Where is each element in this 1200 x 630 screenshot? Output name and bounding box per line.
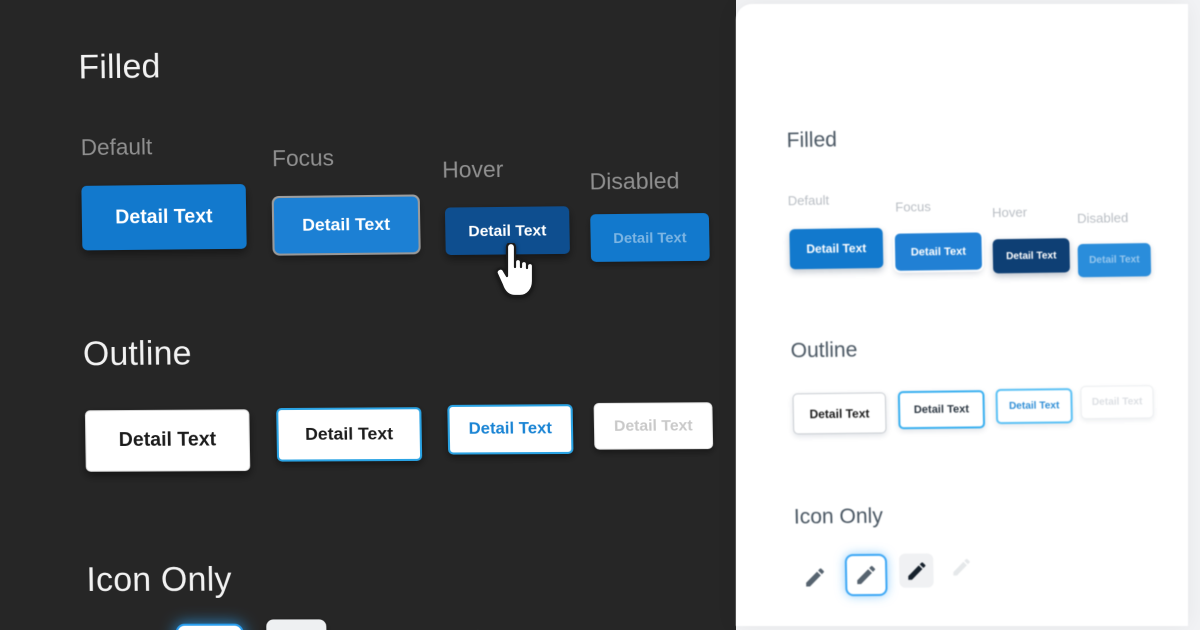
dark-filled-button-default[interactable]: Detail Text <box>81 184 247 251</box>
light-icon-button-hover[interactable] <box>898 553 934 588</box>
dark-outline-button-hover[interactable]: Detail Text <box>447 404 574 455</box>
pencil-icon <box>456 626 486 630</box>
button-label: Detail Text <box>1005 249 1057 262</box>
button-label: Detail Text <box>305 423 394 444</box>
button-label: Detail Text <box>613 416 693 436</box>
light-filled-label-hover: Hover <box>991 204 1028 221</box>
light-filled-button-default[interactable]: Detail Text <box>789 227 884 270</box>
pencil-icon <box>856 565 876 585</box>
dark-theme-panel: Filled Default Focus Hover Disabled Deta… <box>0 0 736 630</box>
button-label: Detail Text <box>613 228 687 247</box>
dark-section-title-outline: Outline <box>82 333 193 373</box>
button-label: Detail Text <box>118 429 217 452</box>
dark-filled-label-disabled: Disabled <box>589 167 680 195</box>
button-label: Detail Text <box>302 214 391 235</box>
light-filled-label-focus: Focus <box>895 199 932 215</box>
light-section-title-icon-only: Icon Only <box>793 504 884 529</box>
pencil-icon <box>805 568 825 587</box>
light-filled-button-disabled: Detail Text <box>1077 243 1152 278</box>
dark-filled-button-focus[interactable]: Detail Text <box>273 196 419 254</box>
pencil-icon <box>953 558 971 576</box>
dark-filled-label-hover: Hover <box>441 156 504 183</box>
button-label: Detail Text <box>468 221 547 240</box>
screenshot-stage: Filled Default Focus Hover Disabled Deta… <box>0 0 1200 630</box>
button-label: Detail Text <box>468 419 553 438</box>
dark-outline-button-disabled: Detail Text <box>593 402 714 450</box>
dark-icon-button-hover[interactable] <box>266 619 328 630</box>
pencil-icon <box>907 561 926 580</box>
light-filled-button-focus[interactable]: Detail Text <box>894 232 983 271</box>
dark-icon-button-focus[interactable] <box>177 625 243 630</box>
button-label: Detail Text <box>115 205 213 229</box>
dark-panel-content: Filled Default Focus Hover Disabled Deta… <box>4 0 736 630</box>
dark-filled-label-focus: Focus <box>271 144 335 172</box>
button-label: Detail Text <box>913 403 970 417</box>
dark-outline-button-focus[interactable]: Detail Text <box>276 407 423 462</box>
button-label: Detail Text <box>1091 396 1143 409</box>
button-label: Detail Text <box>809 406 870 421</box>
light-theme-panel: Filled Default Focus Hover Disabled Deta… <box>736 4 1188 626</box>
dark-filled-button-disabled: Detail Text <box>590 213 710 262</box>
light-outline-button-default[interactable]: Detail Text <box>792 392 887 435</box>
dark-icon-button-disabled <box>445 615 498 630</box>
button-label: Detail Text <box>910 245 967 259</box>
light-filled-label-disabled: Disabled <box>1076 210 1129 226</box>
light-icon-button-focus[interactable] <box>846 555 886 595</box>
light-filled-label-default: Default <box>787 192 830 209</box>
light-icon-button-disabled <box>945 551 978 583</box>
button-label: Detail Text <box>806 241 867 257</box>
light-outline-button-disabled: Detail Text <box>1080 385 1154 420</box>
light-filled-button-hover[interactable]: Detail Text <box>992 238 1071 274</box>
light-outline-button-hover[interactable]: Detail Text <box>995 388 1073 425</box>
light-section-title-filled: Filled <box>786 128 838 153</box>
dark-icon-button-default[interactable] <box>355 617 410 630</box>
light-section-title-outline: Outline <box>790 338 858 363</box>
dark-section-title-filled: Filled <box>78 46 161 86</box>
dark-filled-button-hover[interactable]: Detail Text <box>444 206 570 256</box>
button-label: Detail Text <box>1008 400 1060 412</box>
dark-filled-label-default: Default <box>80 133 153 161</box>
dark-outline-button-default[interactable]: Detail Text <box>84 409 251 472</box>
light-outline-button-focus[interactable]: Detail Text <box>897 390 986 430</box>
dark-section-title-icon-only: Icon Only <box>86 559 232 599</box>
button-label: Detail Text <box>1088 254 1140 267</box>
light-icon-button-default[interactable] <box>797 559 834 595</box>
light-panel-content: Filled Default Focus Hover Disabled Deta… <box>738 4 1188 626</box>
